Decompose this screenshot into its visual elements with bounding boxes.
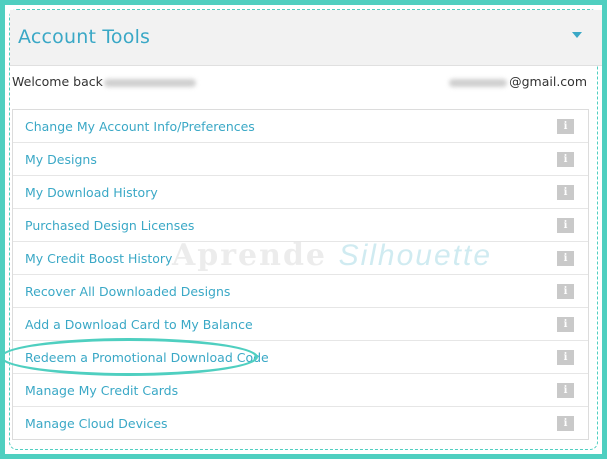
menu-link-recover-designs[interactable]: Recover All Downloaded Designs: [25, 284, 230, 299]
menu-item: Add a Download Card to My Balance i: [13, 308, 588, 341]
menu-item: Purchased Design Licenses i: [13, 209, 588, 242]
info-icon[interactable]: i: [557, 350, 574, 365]
welcome-row: Welcome back @gmail.com: [12, 74, 587, 92]
redacted-username: [104, 79, 196, 87]
account-tools-menu: Change My Account Info/Preferences i My …: [12, 109, 589, 440]
menu-link-manage-cloud-devices[interactable]: Manage Cloud Devices: [25, 416, 168, 431]
info-icon[interactable]: i: [557, 152, 574, 167]
menu-link-credit-boost-history[interactable]: My Credit Boost History: [25, 251, 172, 266]
welcome-label: Welcome back: [12, 74, 103, 89]
menu-item: My Designs i: [13, 143, 588, 176]
menu-item: Manage Cloud Devices i: [13, 407, 588, 439]
info-icon[interactable]: i: [557, 185, 574, 200]
menu-link-account-info[interactable]: Change My Account Info/Preferences: [25, 119, 255, 134]
menu-item: Recover All Downloaded Designs i: [13, 275, 588, 308]
info-icon[interactable]: i: [557, 317, 574, 332]
redacted-email: [449, 78, 508, 87]
info-icon[interactable]: i: [557, 251, 574, 266]
chevron-down-icon[interactable]: [572, 32, 582, 38]
menu-link-add-download-card[interactable]: Add a Download Card to My Balance: [25, 317, 253, 332]
email-suffix: @gmail.com: [509, 74, 587, 89]
menu-link-manage-credit-cards[interactable]: Manage My Credit Cards: [25, 383, 178, 398]
panel-title: Account Tools: [18, 26, 151, 48]
menu-link-design-licenses[interactable]: Purchased Design Licenses: [25, 218, 194, 233]
menu-link-redeem-promo-code[interactable]: Redeem a Promotional Download Code: [25, 350, 269, 365]
menu-item: My Download History i: [13, 176, 588, 209]
info-icon[interactable]: i: [557, 284, 574, 299]
menu-item: Change My Account Info/Preferences i: [13, 110, 588, 143]
info-icon[interactable]: i: [557, 119, 574, 134]
menu-item: Manage My Credit Cards i: [13, 374, 588, 407]
menu-link-download-history[interactable]: My Download History: [25, 185, 158, 200]
menu-item: Redeem a Promotional Download Code i: [13, 341, 588, 374]
menu-item: My Credit Boost History i: [13, 242, 588, 275]
panel-header[interactable]: Account Tools: [10, 10, 602, 66]
info-icon[interactable]: i: [557, 416, 574, 431]
info-icon[interactable]: i: [557, 218, 574, 233]
info-icon[interactable]: i: [557, 383, 574, 398]
menu-link-my-designs[interactable]: My Designs: [25, 152, 97, 167]
user-email: @gmail.com: [449, 74, 587, 89]
